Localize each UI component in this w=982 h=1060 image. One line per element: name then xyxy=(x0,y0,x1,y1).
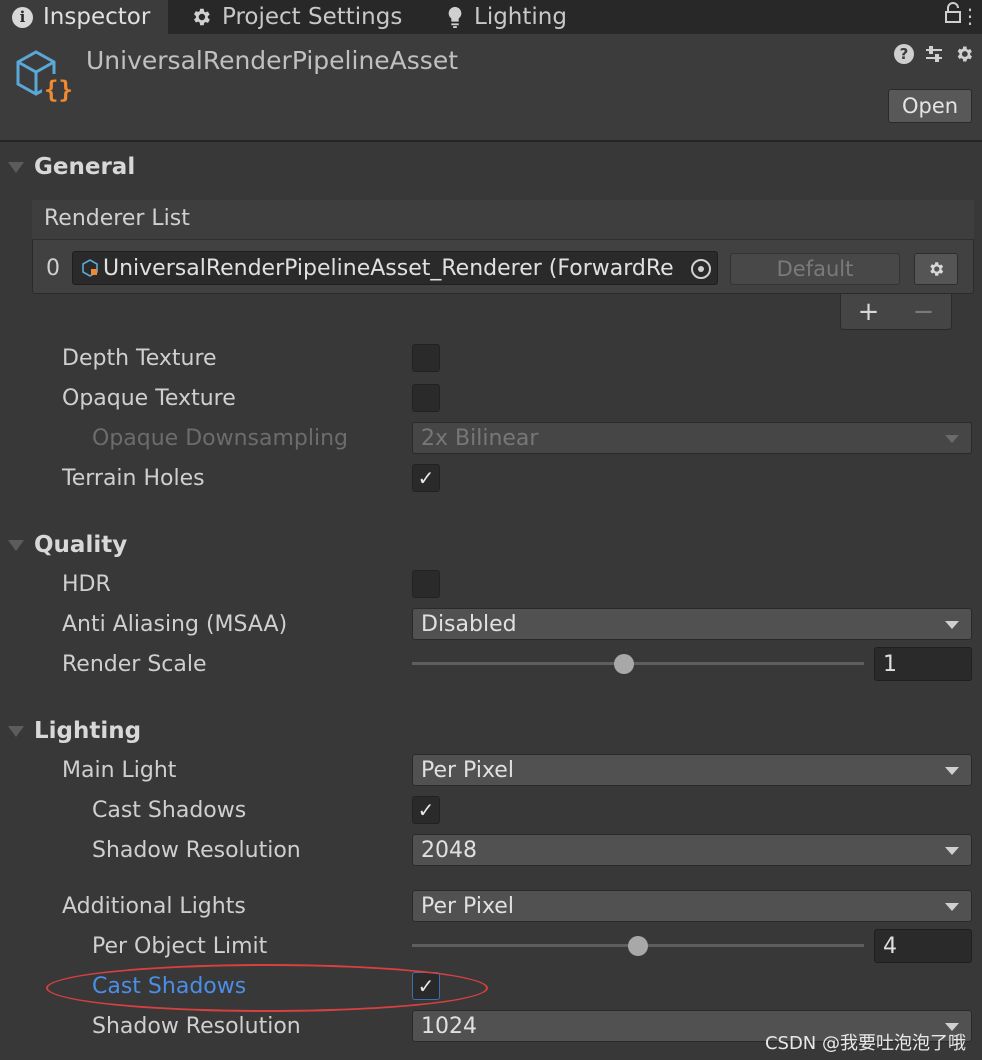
tab-inspector[interactable]: i Inspector xyxy=(0,0,168,34)
remove-button[interactable]: − xyxy=(913,297,935,327)
help-icon[interactable]: ? xyxy=(894,44,914,64)
msaa-label: Anti Aliasing (MSAA) xyxy=(62,612,288,637)
foldout-arrow-icon xyxy=(8,161,24,173)
chevron-down-icon xyxy=(945,621,959,629)
tab-label: Inspector xyxy=(43,4,151,30)
renderer-index: 0 xyxy=(46,256,60,281)
tab-label: Lighting xyxy=(474,4,567,30)
per-object-limit-field[interactable]: 4 xyxy=(874,929,972,963)
renderer-asset-icon xyxy=(81,259,99,277)
chevron-down-icon xyxy=(945,847,959,855)
section-title: Lighting xyxy=(34,718,142,744)
per-object-limit-slider-thumb[interactable] xyxy=(628,936,648,956)
depth-texture-label: Depth Texture xyxy=(62,346,217,371)
dropdown-value: 1024 xyxy=(421,1013,477,1039)
add-button[interactable]: + xyxy=(858,297,880,327)
additional-shadow-resolution-label: Shadow Resolution xyxy=(92,1014,301,1039)
checkmark-icon: ✓ xyxy=(417,798,435,822)
asset-name: UniversalRenderPipelineAsset xyxy=(86,46,459,75)
gear-icon xyxy=(930,262,944,276)
chevron-down-icon xyxy=(945,903,959,911)
list-add-remove: + − xyxy=(840,294,952,330)
set-default-button[interactable]: Default xyxy=(730,253,900,285)
additional-lights-dropdown[interactable]: Per Pixel xyxy=(412,890,972,922)
dropdown-value: Disabled xyxy=(421,611,517,637)
opaque-downsampling-dropdown[interactable]: 2x Bilinear xyxy=(412,422,972,454)
main-shadow-resolution-label: Shadow Resolution xyxy=(92,838,301,863)
main-shadow-resolution-dropdown[interactable]: 2048 xyxy=(412,834,972,866)
dropdown-value: Per Pixel xyxy=(421,893,514,919)
section-general[interactable]: General xyxy=(8,154,135,180)
renderer-settings-button[interactable] xyxy=(914,253,958,285)
opaque-downsampling-label: Opaque Downsampling xyxy=(92,426,349,451)
opaque-texture-label: Opaque Texture xyxy=(62,386,236,411)
svg-text:{}: {} xyxy=(44,76,72,104)
hdr-checkbox[interactable] xyxy=(412,570,440,598)
dropdown-value: 2048 xyxy=(421,837,477,863)
renderer-name: UniversalRenderPipelineAsset_Renderer (F… xyxy=(103,255,674,281)
header-divider xyxy=(0,140,982,142)
chevron-down-icon xyxy=(945,767,959,775)
terrain-holes-label: Terrain Holes xyxy=(62,466,205,491)
additional-lights-label: Additional Lights xyxy=(62,894,246,919)
render-scale-label: Render Scale xyxy=(62,652,207,677)
more-options-icon[interactable]: ⋮ xyxy=(960,4,980,28)
foldout-arrow-icon xyxy=(8,539,24,551)
renderer-list-title: Renderer List xyxy=(44,206,190,231)
renderer-object-field[interactable]: UniversalRenderPipelineAsset_Renderer (F… xyxy=(72,251,718,285)
msaa-dropdown[interactable]: Disabled xyxy=(412,608,972,640)
checkmark-icon: ✓ xyxy=(417,466,435,490)
open-button[interactable]: Open xyxy=(888,89,972,123)
watermark: CSDN @我要吐泡泡了哦 xyxy=(764,1033,966,1054)
header-icons: ? xyxy=(894,44,974,69)
main-light-dropdown[interactable]: Per Pixel xyxy=(412,754,972,786)
tab-project-settings[interactable]: Project Settings xyxy=(190,0,402,34)
section-lighting[interactable]: Lighting xyxy=(8,718,141,744)
scriptable-object-icon: {} xyxy=(12,48,73,110)
per-object-limit-label: Per Object Limit xyxy=(92,934,268,959)
depth-texture-checkbox[interactable] xyxy=(412,344,440,372)
presets-icon[interactable] xyxy=(924,44,944,69)
annotation-oval xyxy=(46,964,488,1012)
foldout-arrow-icon xyxy=(8,725,24,737)
object-picker-icon[interactable] xyxy=(691,259,711,279)
gear-icon xyxy=(190,6,212,28)
render-scale-slider-thumb[interactable] xyxy=(614,654,635,674)
settings-icon[interactable] xyxy=(954,44,974,69)
section-title: General xyxy=(34,154,136,180)
chevron-down-icon xyxy=(945,435,959,443)
tab-label: Project Settings xyxy=(222,4,403,30)
render-scale-slider[interactable] xyxy=(412,662,864,665)
section-title: Quality xyxy=(34,532,128,558)
main-cast-shadows-label: Cast Shadows xyxy=(92,798,247,823)
render-scale-field[interactable]: 1 xyxy=(874,647,972,681)
info-icon: i xyxy=(12,6,33,28)
main-light-label: Main Light xyxy=(62,758,177,783)
dropdown-value: Per Pixel xyxy=(421,757,514,783)
opaque-texture-checkbox[interactable] xyxy=(412,384,440,412)
lightbulb-icon xyxy=(446,6,464,28)
tab-lighting[interactable]: Lighting xyxy=(446,0,567,34)
dropdown-value: 2x Bilinear xyxy=(421,425,539,451)
hdr-label: HDR xyxy=(62,572,111,597)
terrain-holes-checkbox[interactable]: ✓ xyxy=(412,464,440,492)
section-quality[interactable]: Quality xyxy=(8,532,127,558)
main-cast-shadows-checkbox[interactable]: ✓ xyxy=(412,796,440,824)
